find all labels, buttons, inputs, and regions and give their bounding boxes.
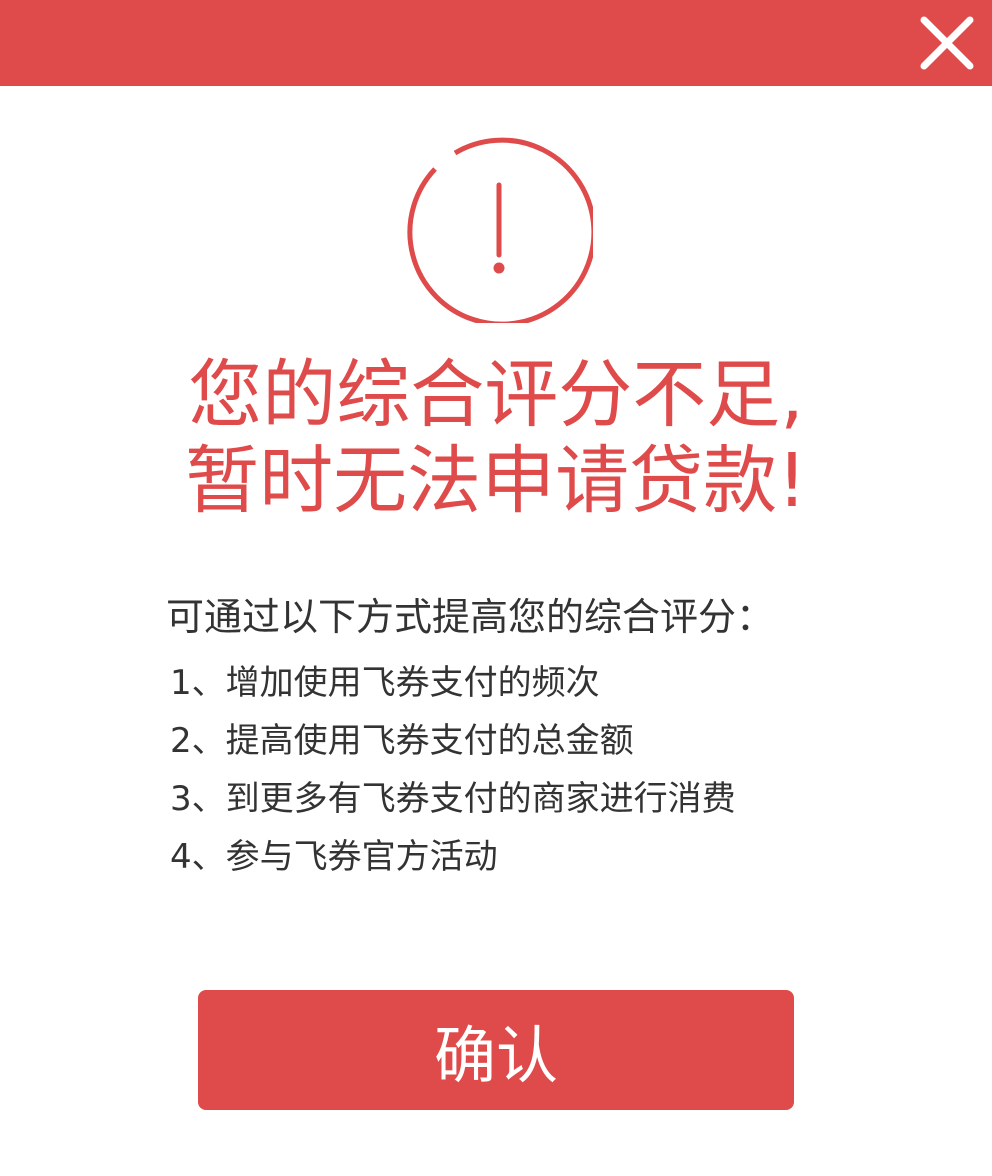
dialog-header-bar	[0, 0, 992, 86]
tips-list: 1、增加使用飞券支付的频次 2、提高使用飞券支付的总金额 3、到更多有飞券支付的…	[166, 654, 886, 886]
list-item: 2、提高使用飞券支付的总金额	[170, 721, 634, 761]
close-icon	[920, 16, 974, 70]
exclamation-circle-icon	[407, 137, 593, 323]
confirm-button[interactable]: 确认	[198, 990, 794, 1110]
list-item: 1、增加使用飞券支付的频次	[170, 663, 600, 703]
tips-intro: 可通过以下方式提高您的综合评分：	[166, 595, 775, 639]
list-item: 4、参与飞券官方活动	[170, 837, 498, 877]
list-item: 3、到更多有飞券支付的商家进行消费	[170, 779, 736, 819]
confirm-button-label: 确认	[433, 1019, 558, 1092]
headline-line-1: 您的综合评分不足,	[188, 352, 804, 438]
close-button[interactable]	[914, 10, 980, 76]
alert-headline: 您的综合评分不足, 暂时无法申请贷款!	[0, 352, 992, 524]
tips-section: 可通过以下方式提高您的综合评分： 1、增加使用飞券支付的频次 2、提高使用飞券支…	[166, 590, 886, 886]
headline-line-2: 暂时无法申请贷款!	[185, 438, 807, 524]
